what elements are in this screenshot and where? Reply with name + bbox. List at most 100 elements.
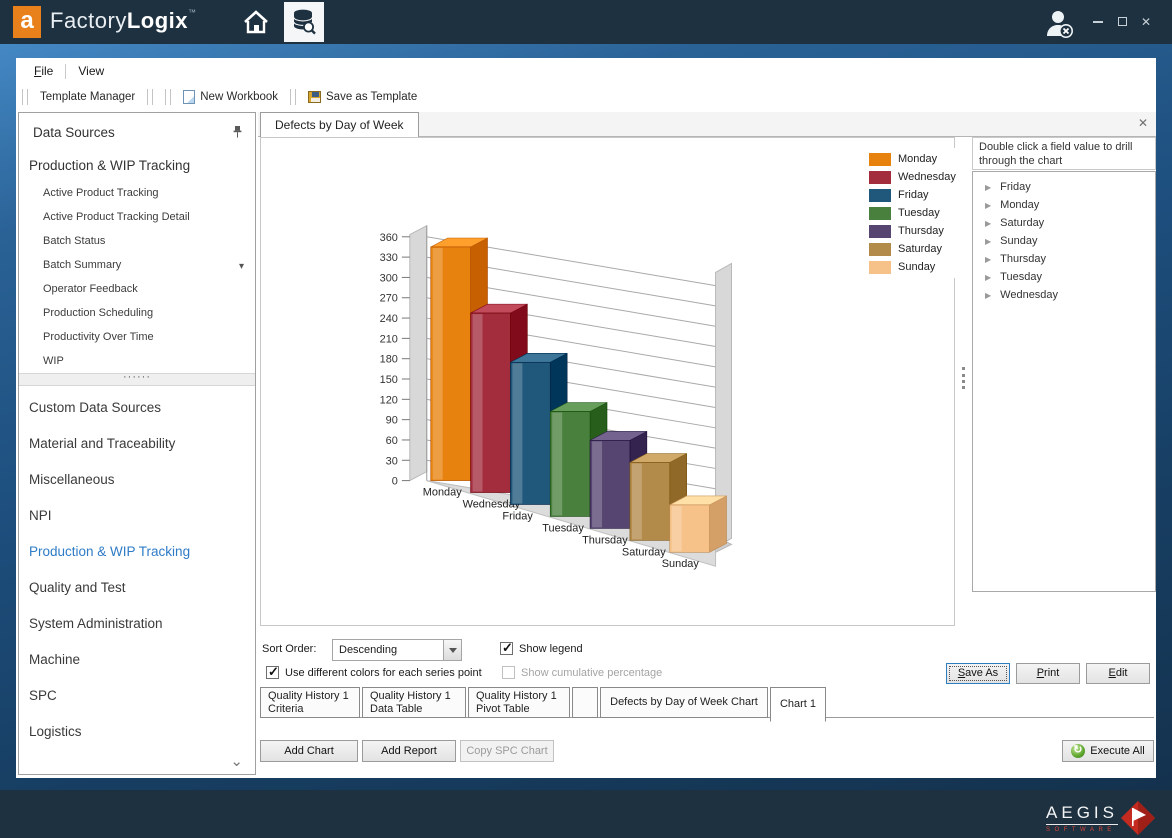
- dropdown-arrow-icon[interactable]: [443, 640, 461, 660]
- sidebar-item-quality-and-test[interactable]: Quality and Test: [19, 570, 255, 606]
- toolbar-label-new-workbook: New Workbook: [200, 91, 278, 103]
- close-button[interactable]: ✕: [1134, 15, 1158, 29]
- drill-item-thursday[interactable]: ▶Thursday: [973, 250, 1155, 268]
- checkbox-checked-icon: [266, 666, 279, 679]
- svg-text:120: 120: [380, 394, 398, 406]
- expand-triangle-icon[interactable]: ▶: [985, 291, 991, 300]
- svg-text:Sunday: Sunday: [662, 558, 700, 570]
- drill-item-sunday[interactable]: ▶ Sunday: [973, 232, 1155, 250]
- footer-bar: AEGIS SOFTWARE: [0, 790, 1172, 838]
- expand-triangle-icon[interactable]: ▶: [985, 219, 991, 228]
- document-icon: [183, 90, 195, 104]
- add-chart-button[interactable]: Add Chart: [260, 740, 358, 762]
- show-legend-checkbox[interactable]: Show legend: [500, 642, 583, 655]
- sidebar-subitem-productivity-over-time[interactable]: Productivity Over Time: [19, 325, 255, 349]
- sidebar-subitem-batch-summary[interactable]: Batch Summary: [19, 253, 255, 277]
- checkbox-checked-icon: [500, 642, 513, 655]
- drill-item-saturday[interactable]: ▶Saturday: [973, 214, 1155, 232]
- svg-text:Thursday: Thursday: [582, 534, 628, 546]
- svg-text:Friday: Friday: [502, 510, 533, 522]
- toolbar-separator: [22, 89, 28, 105]
- legend-label: Tuesday: [898, 207, 940, 219]
- legend-swatch: [869, 261, 891, 274]
- legend-swatch: [869, 153, 891, 166]
- add-report-button[interactable]: Add Report: [362, 740, 456, 762]
- user-logout-icon: [1044, 10, 1076, 40]
- sidebar-item-production-wip-tracking[interactable]: Production & WIP Tracking: [19, 534, 255, 570]
- edit-button[interactable]: Edit: [1086, 663, 1150, 684]
- sidebar-item-logistics[interactable]: Logistics: [19, 714, 255, 750]
- sort-order-select[interactable]: Descending: [332, 639, 462, 661]
- legend-item-tuesday: Tuesday: [869, 204, 956, 222]
- sidebar-item-custom-data-sources[interactable]: Custom Data Sources: [19, 390, 255, 426]
- sidebar-item-npi[interactable]: NPI: [19, 498, 255, 534]
- legend-swatch: [869, 207, 891, 220]
- sidebar-item-material-and-traceability[interactable]: Material and Traceability: [19, 426, 255, 462]
- expand-triangle-icon[interactable]: ▶: [985, 201, 991, 210]
- workspace: Data Sources Production & WIP Tracking A…: [16, 112, 1156, 778]
- execute-all-button[interactable]: Execute All: [1062, 740, 1154, 762]
- sheet-tab-quality-history-1-pivot-table[interactable]: Quality History 1 Pivot Table: [468, 687, 570, 718]
- pin-icon[interactable]: [232, 125, 243, 142]
- toolbar-label-save-as-template: Save as Template: [326, 91, 417, 103]
- svg-text:150: 150: [380, 374, 398, 386]
- chevron-down-icon[interactable]: ▾: [239, 261, 244, 272]
- execute-all-label: Execute All: [1090, 745, 1144, 757]
- toolbar-label-template-manager: Template Manager: [40, 91, 135, 103]
- menu-bar: File View: [16, 58, 1156, 84]
- sheet-tab-quality-history-1-data-table[interactable]: Quality History 1 Data Table: [362, 687, 466, 718]
- menu-view[interactable]: View: [70, 61, 112, 81]
- sidebar-item-system-administration[interactable]: System Administration: [19, 606, 255, 642]
- drill-item-wednesday[interactable]: ▶Wednesday: [973, 286, 1155, 304]
- print-button[interactable]: Print: [1016, 663, 1080, 684]
- drill-item-monday[interactable]: ▶Monday: [973, 196, 1155, 214]
- sidebar-subitem-production-scheduling[interactable]: Production Scheduling: [19, 301, 255, 325]
- expand-triangle-icon[interactable]: ▶: [985, 237, 991, 246]
- sidebar-subitem-batch-status[interactable]: Batch Status: [19, 229, 255, 253]
- toolbar-save-as-template[interactable]: Save as Template: [302, 88, 423, 106]
- sheet-tab-quality-history-1-criteria[interactable]: Quality History 1 Criteria: [260, 687, 360, 718]
- sidebar-item-machine[interactable]: Machine: [19, 642, 255, 678]
- expand-triangle-icon[interactable]: ▶: [985, 255, 991, 264]
- chart-legend: MondayWednesdayFridayTuesdayThursdaySatu…: [865, 148, 960, 278]
- tab-defects-by-day-of-week[interactable]: Defects by Day of Week: [260, 112, 419, 137]
- sort-order-value: Descending: [339, 644, 397, 656]
- save-as-button[interactable]: Save As: [946, 663, 1010, 684]
- home-button[interactable]: [236, 2, 276, 42]
- legend-swatch: [869, 189, 891, 202]
- drill-item-label: Tuesday: [1000, 271, 1042, 283]
- drill-item-friday[interactable]: ▶Friday: [973, 178, 1155, 196]
- expand-triangle-icon[interactable]: ▶: [985, 183, 991, 192]
- drill-item-label: Sunday: [1000, 235, 1037, 247]
- sidebar-subitem-active-product-tracking-detail[interactable]: Active Product Tracking Detail: [19, 205, 255, 229]
- toolbar-new-workbook[interactable]: New Workbook: [177, 87, 284, 107]
- sidebar-item-miscellaneous[interactable]: Miscellaneous: [19, 462, 255, 498]
- menu-file[interactable]: File: [26, 61, 61, 81]
- close-tab-icon[interactable]: ✕: [1138, 116, 1148, 130]
- refresh-icon: [1071, 744, 1085, 758]
- toolbar-template-manager[interactable]: Template Manager: [34, 88, 141, 106]
- document-tab-strip: Defects by Day of Week ✕: [258, 112, 1156, 137]
- use-colors-checkbox[interactable]: Use different colors for each series poi…: [266, 666, 482, 679]
- sidebar-splitter[interactable]: ······: [19, 373, 255, 386]
- sidebar-scroll-down-icon[interactable]: ⌄: [230, 752, 243, 770]
- user-status-icon[interactable]: [1044, 10, 1076, 38]
- sidebar-subitem-active-product-tracking[interactable]: Active Product Tracking: [19, 181, 255, 205]
- data-browser-button[interactable]: [284, 2, 324, 42]
- sheet-tab-defects-by-day-of-week-chart[interactable]: Defects by Day of Week Chart: [600, 687, 768, 718]
- sidebar-subitem-operator-feedback[interactable]: Operator Feedback: [19, 277, 255, 301]
- svg-text:0: 0: [392, 476, 398, 488]
- content-area: File View Template Manager New Workbook Sav…: [16, 58, 1156, 778]
- sidebar-subitem-wip[interactable]: WIP: [19, 349, 255, 373]
- toolbar-separator: [147, 89, 153, 105]
- sheet-tab-empty[interactable]: [572, 687, 598, 718]
- drill-item-tuesday[interactable]: ▶ Tuesday: [973, 268, 1155, 286]
- maximize-button[interactable]: [1110, 15, 1134, 29]
- panel-splitter-handle[interactable]: [962, 367, 965, 389]
- minimize-button[interactable]: [1086, 15, 1110, 29]
- expand-triangle-icon[interactable]: ▶: [985, 273, 991, 282]
- sheet-tab-chart-1[interactable]: Chart 1: [770, 687, 826, 722]
- svg-text:360: 360: [380, 232, 398, 244]
- sidebar-item-spc[interactable]: SPC: [19, 678, 255, 714]
- svg-text:Monday: Monday: [423, 487, 462, 499]
